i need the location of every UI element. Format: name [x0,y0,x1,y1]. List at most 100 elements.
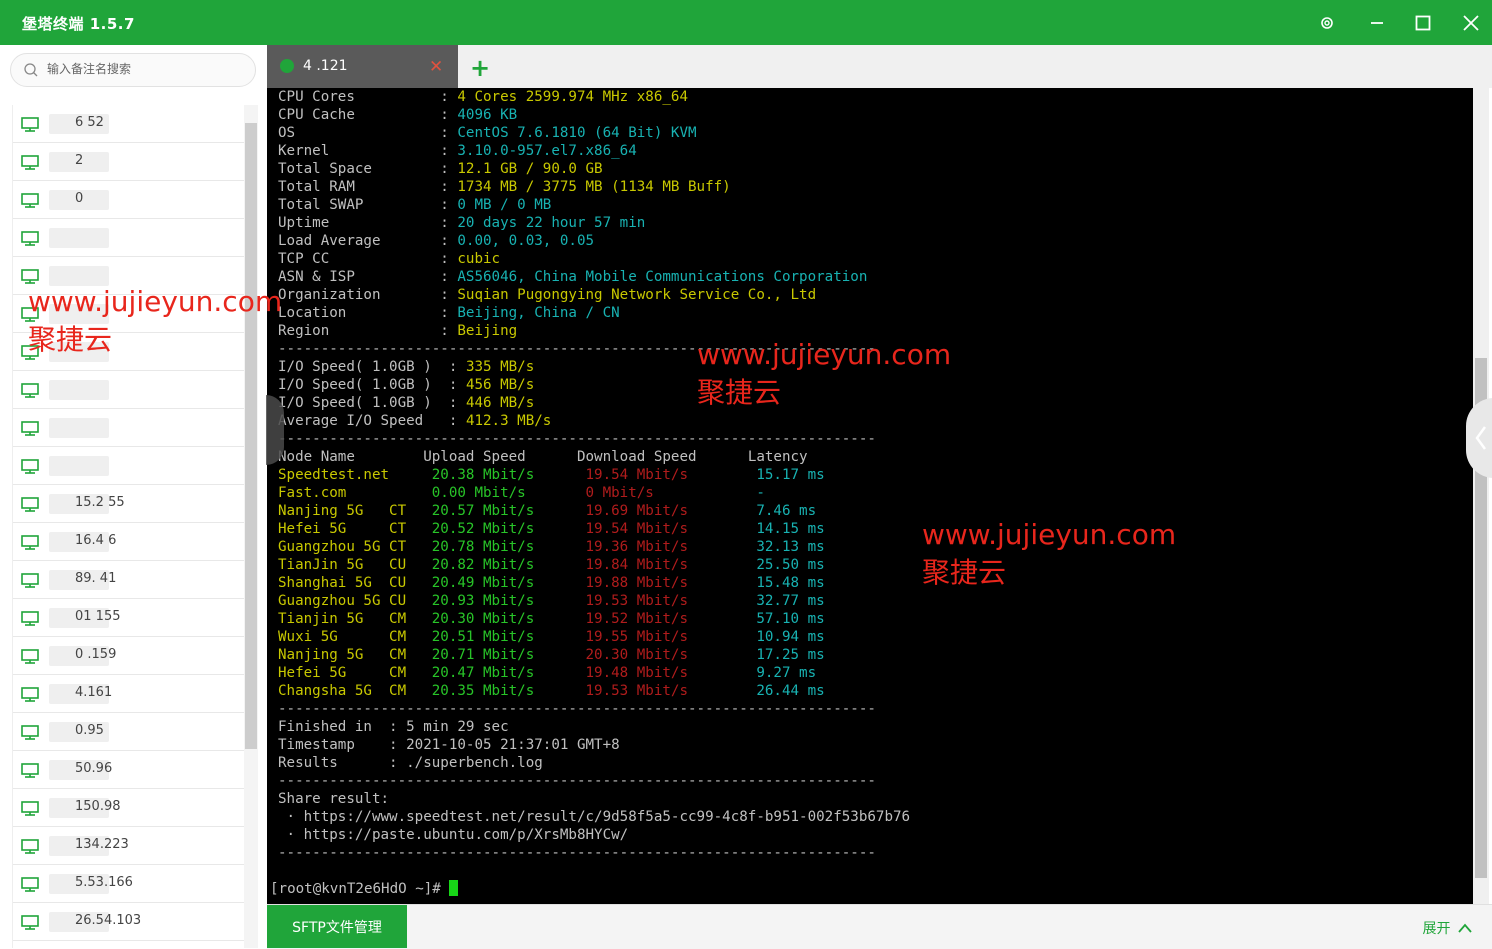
host-list-item[interactable] [13,219,245,257]
host-list-item[interactable]: 2 [13,143,245,181]
monitor-icon [21,725,39,740]
upload-speed: 20.35 Mbit/s [431,683,535,699]
download-speed: 19.88 Mbit/s [585,575,689,591]
shell-prompt: [root@kvnT2e6HdO ~]# [270,881,450,897]
host-ip: 2 [75,153,84,168]
host-list-item[interactable]: 0.95 [13,713,245,751]
speed-node: Shanghai 5G CU [278,575,432,591]
upload-speed: 20.93 Mbit/s [431,593,535,609]
sysinfo-label: Load Average [278,233,441,249]
host-list-item[interactable]: 6 52 [13,105,245,143]
host-list-item[interactable]: 0 .159 [13,637,245,675]
sysinfo-label: Organization [278,287,441,303]
terminal-cursor [449,880,459,896]
sysinfo-value: 12.1 GB / 90.0 GB [457,161,603,177]
download-speed: 19.53 Mbit/s [585,683,689,699]
app-title: 堡塔终端 1.5.7 [22,15,135,33]
sftp-button[interactable]: SFTP文件管理 [267,905,407,948]
monitor-icon [21,117,39,132]
download-speed: 19.54 Mbit/s [585,467,689,483]
sysinfo-label: Total Space [278,161,441,177]
monitor-icon [21,839,39,854]
host-ip: 15.2 55 [75,495,125,510]
redacted-host [49,456,109,476]
host-list-item[interactable]: 50.96 [13,751,245,789]
close-icon[interactable] [1456,8,1486,38]
minimize-icon[interactable] [1362,8,1392,38]
speed-node: Wuxi 5G CM [278,629,432,645]
sysinfo-label: CPU Cores [278,89,441,105]
search-box[interactable] [10,53,256,87]
speed-header: Download Speed [576,449,697,465]
sidebar-scrollbar[interactable] [244,105,258,948]
search-input[interactable] [45,61,249,77]
result-label: Finished in [278,719,390,735]
sysinfo-value: Suqian Pugongying Network Service Co., L… [457,287,817,303]
host-list-item[interactable]: 134.223 [13,827,245,865]
host-list-item[interactable]: 26.54.103 [13,903,245,941]
upload-speed: 20.52 Mbit/s [431,521,535,537]
host-list-item[interactable]: 4.161 [13,675,245,713]
latency: 14.15 ms [756,521,825,537]
host-list-item[interactable]: 0 [13,181,245,219]
speed-node: Hefei 5G CT [278,521,432,537]
sysinfo-label: CPU Cache [278,107,441,123]
host-ip: 50.96 [75,761,113,776]
terminal-scrollbar[interactable] [1473,88,1489,904]
download-speed: 19.48 Mbit/s [585,665,689,681]
maximize-icon[interactable] [1408,8,1438,38]
io-value: 412.3 MB/s [465,413,552,429]
speed-node: Guangzhou 5G CT [278,539,432,555]
collapse-sidebar-handle[interactable] [266,395,284,465]
host-list-item[interactable] [13,371,245,409]
upload-speed: 20.49 Mbit/s [431,575,535,591]
speed-node: Nanjing 5G CT [278,503,432,519]
sysinfo-value: Beijing, China / CN [457,305,620,321]
host-ip: 16.4 6 [75,533,117,548]
monitor-icon [21,915,39,930]
host-list-item[interactable]: 5.53.166 [13,865,245,903]
host-list-item[interactable] [13,409,245,447]
sysinfo-label: ASN & ISP [278,269,441,285]
host-list-item[interactable]: 150.98 [13,789,245,827]
tab-bar: 4 .121 ✕ + [267,45,1492,88]
latency: 57.10 ms [756,611,825,627]
tab-session[interactable]: 4 .121 ✕ [267,45,458,88]
upload-speed: 20.38 Mbit/s [431,467,535,483]
host-ip: 0 [75,191,84,206]
watermark-name: 聚捷云 [28,323,113,356]
sysinfo-label: TCP CC [278,251,441,267]
latency: 9.27 ms [756,665,817,681]
sysinfo-value: cubic [457,251,501,267]
sysinfo-label: Total SWAP [278,197,441,213]
sysinfo-label: Total RAM [278,179,441,195]
monitor-icon [21,497,39,512]
host-list-item[interactable]: 15.2 55 [13,485,245,523]
tab-close-icon[interactable]: ✕ [429,57,443,77]
settings-icon[interactable] [1312,8,1342,38]
io-label: I/O Speed( 1.0GB ) [278,395,449,411]
monitor-icon [21,801,39,816]
add-tab-icon[interactable]: + [470,54,490,82]
host-list-item[interactable]: 01 155 [13,599,245,637]
io-label: I/O Speed( 1.0GB ) [278,359,449,375]
terminal-output[interactable]: CPU Cores : 4 Cores 2599.974 MHz x86_64 … [267,88,1473,904]
upload-speed: 20.57 Mbit/s [431,503,535,519]
redacted-host [49,418,109,438]
download-speed: 19.52 Mbit/s [585,611,689,627]
result-value: 2021-10-05 21:37:01 GMT+8 [406,737,620,753]
title-bar: 堡塔终端 1.5.7 [0,0,1492,45]
monitor-icon [21,231,39,246]
host-list-item[interactable] [13,447,245,485]
monitor-icon [21,877,39,892]
shell-prompt-line[interactable]: [root@kvnT2e6HdO ~]# [270,880,459,897]
host-list-item[interactable]: 89. 41 [13,561,245,599]
connected-status-icon [280,59,294,73]
host-list-item[interactable]: 16.4 6 [13,523,245,561]
speed-header: Node Name [278,449,355,465]
download-speed: 19.55 Mbit/s [585,629,689,645]
expand-button[interactable]: 展开 [1423,918,1472,938]
speed-node: TianJin 5G CU [278,557,432,573]
speed-header: Upload Speed [423,449,526,465]
sidebar-scrollbar-thumb[interactable] [245,123,257,749]
